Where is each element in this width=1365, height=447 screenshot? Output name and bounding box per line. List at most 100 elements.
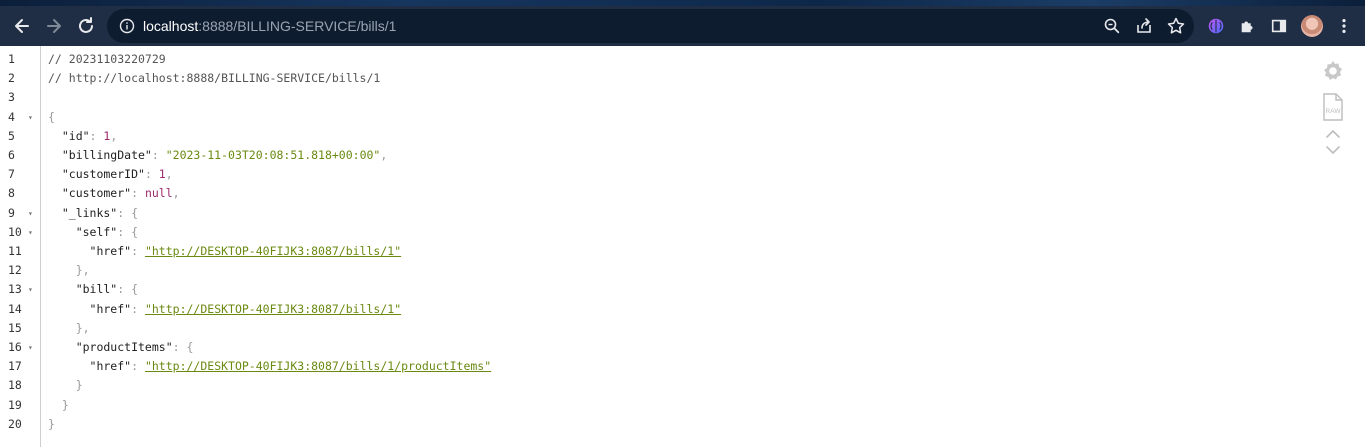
code-text: } — [48, 376, 83, 395]
forward-button[interactable] — [40, 12, 68, 40]
menu-kebab-icon[interactable] — [1333, 15, 1355, 37]
fold-toggle-icon[interactable]: ▾ — [28, 338, 33, 357]
code-token: 1 — [158, 167, 166, 182]
line-number: 17 — [8, 359, 22, 374]
href-link[interactable]: "http://DESKTOP-40FIJK3:8087/bills/1" — [145, 302, 401, 316]
json-viewer: 1 // 20231103220729 2 // http://localhost:8… — [0, 46, 1365, 447]
address-bar[interactable]: localhost:8888/BILLING-SERVICE/bills/1 — [107, 9, 1194, 43]
reload-icon — [79, 17, 93, 33]
code-token: : — [131, 359, 145, 374]
code-token: : — [131, 301, 145, 316]
code-text: }, — [48, 261, 90, 280]
code-token: : { — [117, 282, 139, 297]
raw-view-icon[interactable]: RAW — [1322, 93, 1344, 121]
code-line: 17 "href": "http://DESKTOP-40FIJK3:8087/… — [0, 357, 1300, 376]
line-number: 18 — [8, 378, 22, 393]
code-token: "self" — [48, 224, 118, 239]
code-text: } — [48, 415, 55, 434]
code-token: : { — [117, 224, 139, 239]
url-path: :8888/BILLING-SERVICE/bills/1 — [198, 18, 397, 34]
code-token: }, — [48, 263, 90, 278]
code-token: "href" — [48, 301, 132, 316]
fold-toggle-icon[interactable]: ▾ — [28, 223, 33, 242]
collapse-expand-icon[interactable] — [1324, 128, 1342, 156]
code-token: : — [151, 148, 166, 162]
code-token: "customerID" — [48, 167, 145, 182]
code-token: : — [89, 128, 104, 143]
code-text: "href": "http://DESKTOP-40FIJK3:8087/bil… — [48, 242, 402, 261]
url-text[interactable]: localhost:8888/BILLING-SERVICE/bills/1 — [143, 18, 396, 34]
code-token: "bill" — [48, 282, 118, 297]
line-number: 19 — [8, 397, 22, 412]
fold-toggle-icon[interactable]: ▾ — [28, 108, 33, 127]
code-text: "billingDate": "2023-11-03T20:08:51.818+… — [48, 146, 387, 165]
code-line: 7 "customerID": 1, — [0, 165, 1300, 184]
code-token: , — [110, 128, 118, 143]
code-line: 18 } — [0, 376, 1300, 395]
code-text: { — [48, 108, 55, 127]
line-number: 15 — [8, 320, 22, 335]
code-line: 20} — [0, 415, 1300, 434]
line-number: 7 — [8, 167, 15, 182]
fold-toggle-icon[interactable]: ▾ — [28, 204, 33, 223]
code-token: , — [165, 167, 173, 182]
code-text: "href": "http://DESKTOP-40FIJK3:8087/bil… — [48, 357, 492, 376]
code-text: "customer": null, — [48, 184, 180, 203]
code-token: { — [48, 109, 55, 124]
code-text: } — [48, 396, 69, 415]
code-text: "self": { — [48, 223, 138, 242]
code-token: "2023-11-03T20:08:51.818+00:00" — [165, 148, 381, 162]
code-token: "href" — [48, 359, 132, 374]
code-line: 10 ▾ "self": { — [0, 223, 1300, 242]
code-token: // http://localhost:8888/BILLING-SERVICE… — [48, 71, 381, 86]
code-text: "href": "http://DESKTOP-40FIJK3:8087/bil… — [48, 300, 402, 319]
code-text: // 20231103220729 — [48, 50, 166, 69]
code-token: , — [380, 148, 388, 162]
profile-avatar[interactable] — [1301, 15, 1323, 37]
code-line: 9 ▾ "_links": { — [0, 204, 1300, 223]
code-token: : { — [172, 340, 194, 354]
share-icon[interactable] — [1134, 16, 1154, 36]
href-link[interactable]: "http://DESKTOP-40FIJK3:8087/bills/1" — [145, 244, 401, 258]
back-button[interactable] — [8, 12, 36, 40]
code-line: 11 "href": "http://DESKTOP-40FIJK3:8087/… — [0, 242, 1300, 261]
back-arrow-icon — [15, 19, 29, 33]
code-text: "bill": { — [48, 280, 138, 299]
code-line: 8 "customer": null, — [0, 184, 1300, 203]
line-number: 8 — [8, 186, 15, 201]
code-line: 2 // http://localhost:8888/BILLING-SERVIC… — [0, 69, 1300, 88]
code-token: } — [48, 416, 55, 431]
side-panel-icon[interactable] — [1268, 15, 1290, 37]
fold-toggle-icon[interactable]: ▾ — [28, 280, 33, 299]
settings-gear-icon[interactable] — [1321, 59, 1345, 83]
code-token: , — [172, 186, 180, 201]
site-info-icon[interactable] — [119, 18, 135, 34]
code-line: 12 }, — [0, 261, 1300, 280]
code-line: 14 "href": "http://DESKTOP-40FIJK3:8087/… — [0, 300, 1300, 319]
reload-button[interactable] — [72, 12, 100, 40]
code-token: "_links" — [48, 205, 118, 220]
href-link[interactable]: "http://DESKTOP-40FIJK3:8087/bills/1/pro… — [145, 359, 491, 373]
extensions-puzzle-icon[interactable] — [1237, 15, 1259, 37]
code-text: "_links": { — [48, 204, 138, 223]
bookmark-star-icon[interactable] — [1166, 16, 1186, 36]
browser-toolbar: localhost:8888/BILLING-SERVICE/bills/1 — [0, 6, 1365, 46]
code-token: "billingDate" — [48, 148, 152, 162]
code-line: 5 "id": 1, — [0, 127, 1300, 146]
forward-arrow-icon — [47, 19, 61, 33]
code-token: } — [48, 378, 83, 393]
raw-label: RAW — [1326, 108, 1342, 115]
code-token: "customer" — [48, 186, 132, 201]
line-number: 11 — [8, 244, 22, 258]
code-token: "href" — [48, 244, 132, 258]
code-token: }, — [48, 320, 90, 335]
extension-brain-icon[interactable] — [1205, 15, 1227, 37]
code-line: 1 // 20231103220729 — [0, 50, 1300, 69]
code-text: }, — [48, 319, 90, 338]
line-number: 3 — [8, 90, 15, 105]
line-number: 5 — [8, 128, 15, 143]
line-number: 1 — [8, 52, 15, 66]
code-line: 16 ▾ "productItems": { — [0, 338, 1300, 357]
zoom-icon[interactable] — [1102, 16, 1122, 36]
code-token: // 20231103220729 — [48, 52, 166, 66]
